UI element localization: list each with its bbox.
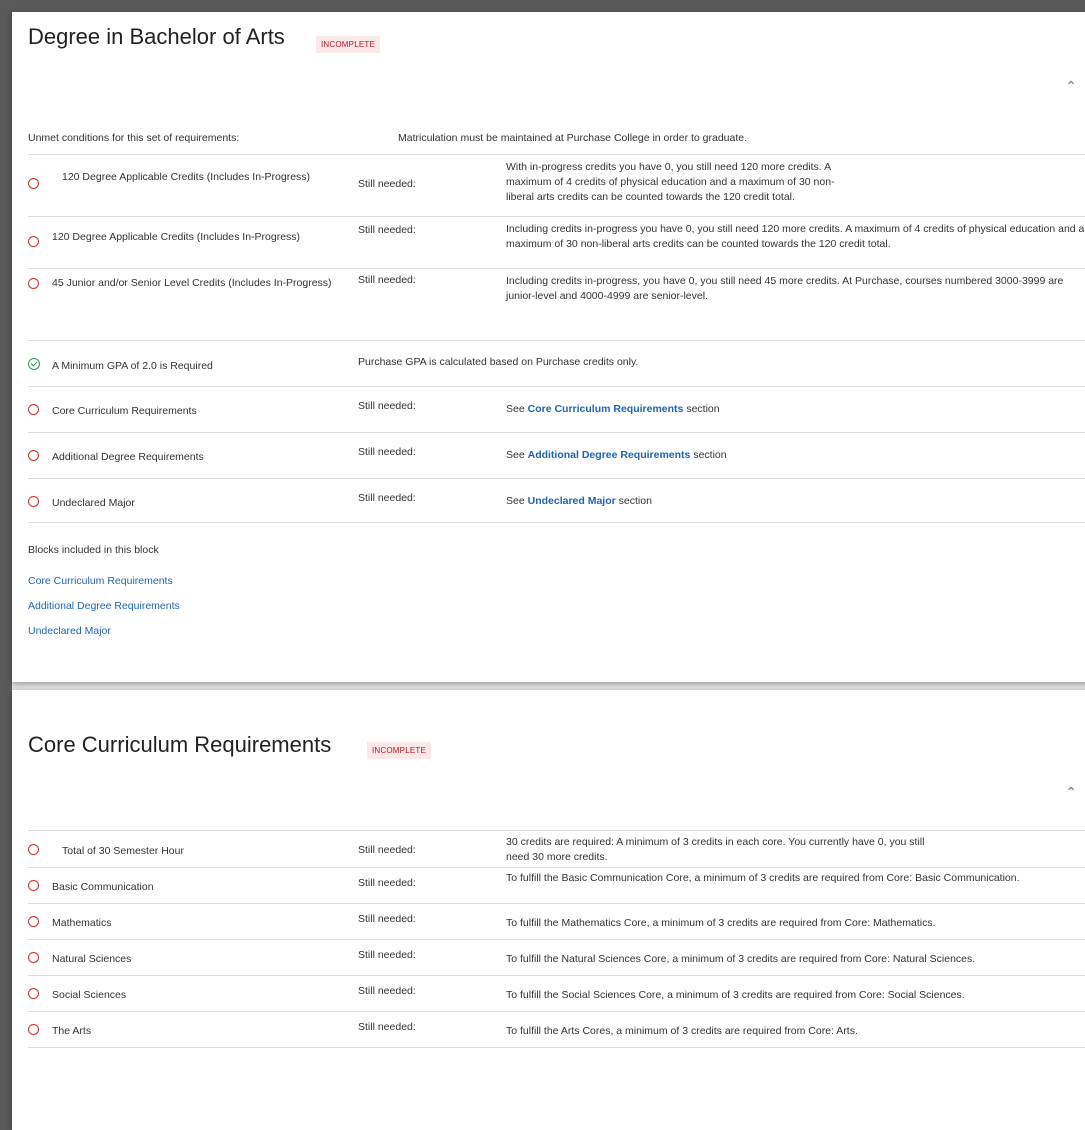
requirement-row[interactable]: The Arts Still needed: To fulfill the Ar…: [28, 1011, 1085, 1048]
requirement-desc: To fulfill the Arts Cores, a minimum of …: [506, 1025, 858, 1037]
collapse-chevron-icon[interactable]: ⌃: [1065, 784, 1077, 801]
block-link-additional[interactable]: Additional Degree Requirements: [28, 600, 180, 612]
status-badge: INCOMPLETE: [316, 36, 381, 53]
requirement-name: Mathematics: [52, 917, 112, 929]
still-needed-label: Still needed:: [358, 274, 416, 286]
section-link[interactable]: Core Curriculum Requirements: [528, 403, 684, 415]
requirement-name: Undeclared Major: [52, 497, 135, 509]
requirement-desc: See Undeclared Major section: [506, 495, 652, 507]
unmet-circle-icon: [28, 178, 39, 192]
requirement-name: 120 Degree Applicable Credits (Includes …: [52, 231, 301, 243]
requirement-desc: With in-progress credits you have 0, you…: [506, 161, 835, 203]
requirement-desc: 30 credits are required: A minimum of 3 …: [506, 836, 925, 863]
section-link[interactable]: Undeclared Major: [528, 495, 616, 507]
still-needed-label: Still needed:: [358, 985, 416, 997]
core-title: Core Curriculum Requirements: [28, 732, 332, 757]
requirement-desc: To fulfill the Natural Sciences Core, a …: [506, 953, 976, 965]
still-needed-label: Still needed:: [358, 446, 416, 458]
requirement-row[interactable]: Core Curriculum Requirements Still neede…: [28, 386, 1085, 433]
unmet-circle-icon: [28, 1024, 39, 1038]
requirement-name: Total of 30 Semester Hour: [62, 845, 184, 857]
requirement-row[interactable]: Natural Sciences Still needed: To fulfil…: [28, 939, 1085, 976]
block-link-undeclared[interactable]: Undeclared Major: [28, 625, 111, 637]
requirement-name: Basic Communication: [52, 881, 154, 893]
section-link[interactable]: Additional Degree Requirements: [528, 449, 691, 461]
requirement-name: A Minimum GPA of 2.0 is Required: [52, 360, 213, 372]
block-link-core[interactable]: Core Curriculum Requirements: [28, 575, 173, 587]
degree-title: Degree in Bachelor of Arts: [28, 24, 285, 49]
still-needed-label: Still needed:: [358, 1021, 416, 1033]
requirement-row[interactable]: Additional Degree Requirements Still nee…: [28, 432, 1085, 479]
requirement-desc: To fulfill the Social Sciences Core, a m…: [506, 989, 965, 1001]
requirement-desc: Including credits in-progress, you have …: [506, 275, 1064, 302]
unmet-circle-icon: [28, 496, 39, 510]
requirement-row[interactable]: Social Sciences Still needed: To fulfill…: [28, 975, 1085, 1012]
still-needed-label: Still needed:: [358, 492, 416, 504]
still-needed-label: Still needed:: [358, 844, 416, 856]
requirement-desc: Including credits in-progress you have 0…: [506, 223, 1085, 250]
collapse-chevron-icon[interactable]: ⌃: [1065, 78, 1077, 95]
requirement-desc: To fulfill the Basic Communication Core,…: [506, 872, 1020, 884]
status-badge: INCOMPLETE: [367, 742, 432, 759]
still-needed-label: Still needed:: [358, 224, 416, 236]
requirement-row[interactable]: 120 Degree Applicable Credits (Includes …: [28, 216, 1085, 269]
requirement-name: Social Sciences: [52, 989, 127, 1001]
still-needed-label: Still needed:: [358, 913, 416, 925]
unmet-circle-icon: [28, 916, 39, 930]
still-needed-label: Still needed:: [358, 949, 416, 961]
still-needed-label: Still needed:: [358, 178, 416, 190]
requirement-name: Core Curriculum Requirements: [52, 405, 197, 417]
requirement-desc: See Additional Degree Requirements secti…: [506, 449, 727, 461]
unmet-circle-icon: [28, 880, 39, 894]
degree-card: Degree in Bachelor of Arts INCOMPLETE ⌃ …: [12, 12, 1085, 682]
requirement-row[interactable]: 45 Junior and/or Senior Level Credits (I…: [28, 268, 1085, 341]
requirement-row[interactable]: Mathematics Still needed: To fulfill the…: [28, 903, 1085, 940]
check-circle-icon: [28, 358, 40, 373]
requirement-row[interactable]: Undeclared Major Still needed: See Undec…: [28, 478, 1085, 523]
still-needed-label: Still needed:: [358, 400, 416, 412]
unmet-circle-icon: [28, 952, 39, 966]
unmet-circle-icon: [28, 236, 39, 250]
requirement-row[interactable]: 120 Degree Applicable Credits (Includes …: [28, 154, 1085, 217]
unmet-conditions-label: Unmet conditions for this set of require…: [28, 132, 240, 144]
requirement-row[interactable]: Total of 30 Semester Hour Still needed: …: [28, 831, 1085, 868]
requirement-row[interactable]: Basic Communication Still needed: To ful…: [28, 867, 1085, 904]
requirement-name: The Arts: [52, 1025, 92, 1037]
requirement-name: Additional Degree Requirements: [52, 451, 204, 463]
requirement-name: 120 Degree Applicable Credits (Includes …: [62, 171, 311, 183]
blocks-heading: Blocks included in this block: [28, 544, 159, 556]
requirement-desc: Purchase GPA is calculated based on Purc…: [358, 356, 639, 368]
unmet-circle-icon: [28, 404, 39, 418]
requirement-row[interactable]: A Minimum GPA of 2.0 is Required Purchas…: [28, 340, 1085, 387]
requirement-name: Natural Sciences: [52, 953, 132, 965]
unmet-circle-icon: [28, 844, 39, 858]
still-needed-label: Still needed:: [358, 877, 416, 889]
requirement-desc: See Core Curriculum Requirements section: [506, 403, 720, 415]
unmet-circle-icon: [28, 278, 39, 292]
requirement-desc: To fulfill the Mathematics Core, a minim…: [506, 917, 936, 929]
requirement-name: 45 Junior and/or Senior Level Credits (I…: [52, 277, 332, 289]
unmet-conditions-row: Unmet conditions for this set of require…: [28, 126, 1085, 155]
unmet-circle-icon: [28, 450, 39, 464]
unmet-circle-icon: [28, 988, 39, 1002]
core-card: Core Curriculum Requirements INCOMPLETE …: [12, 690, 1085, 1130]
unmet-conditions-text: Matriculation must be maintained at Purc…: [398, 132, 748, 144]
